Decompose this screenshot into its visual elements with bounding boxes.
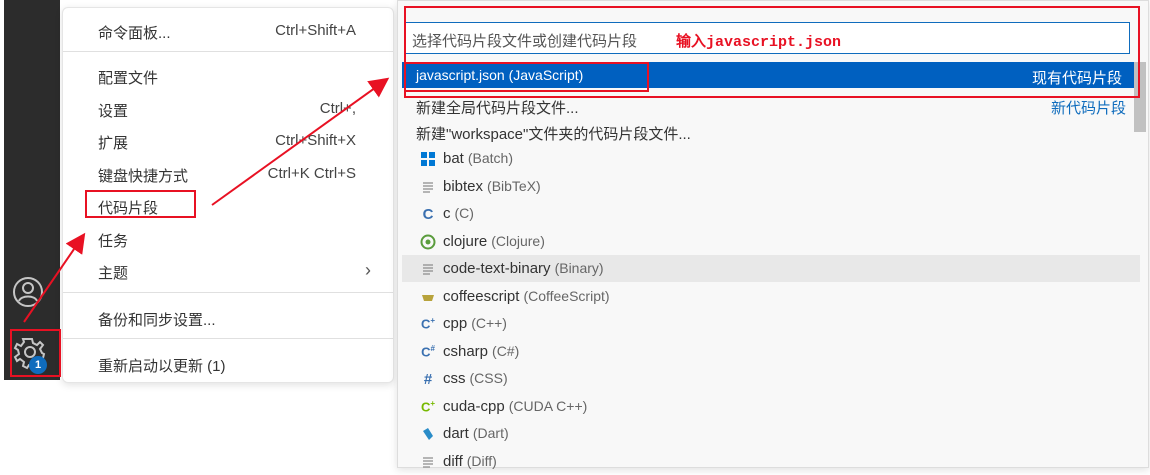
language-item-cpp[interactable]: C+ cpp (C++) [402, 310, 1140, 337]
language-description: (Diff) [466, 452, 497, 469]
language-description: (C#) [492, 342, 520, 359]
menu-item-shortcut: Ctrl+Shift+X [275, 132, 356, 149]
annotation-box-javascript-json [404, 62, 649, 92]
language-name: diff [443, 452, 463, 470]
language-description: (Dart) [472, 425, 509, 441]
language-description: (CSS) [469, 370, 508, 386]
menu-item-label: 命令面板... [98, 25, 171, 42]
language-description: (Batch) [467, 150, 513, 166]
menu-item-shortcut: Ctrl+, [319, 100, 356, 117]
language-item-c[interactable]: Cc (C) [402, 200, 1140, 227]
language-item-cuda-cpp[interactable]: C+ cuda-cpp (CUDA C++) [402, 393, 1140, 420]
language-name: coffeescript [443, 287, 520, 305]
menu-item-shortcut: Ctrl+Shift+A [275, 22, 356, 39]
quick-pick-item-label: 新建全局代码片段文件... [416, 100, 579, 117]
hash-icon: # [423, 370, 433, 388]
clojure-icon [418, 232, 438, 252]
menu-item-label: 重新启动以更新 (1) [98, 358, 226, 375]
language-name: cuda-cpp [443, 397, 505, 415]
language-description: (C++) [471, 315, 507, 331]
account-icon[interactable] [12, 276, 44, 308]
cuda-icon: C+ [420, 398, 436, 415]
language-item-css[interactable]: # css (CSS) [402, 365, 1140, 392]
lines-icon [418, 259, 438, 279]
menu-item-settings-sync[interactable]: 备份和同步设置... [63, 303, 393, 333]
language-description: (BibTeX) [487, 177, 541, 194]
dart-icon [418, 424, 438, 444]
language-name: c [443, 205, 451, 222]
language-item-diff[interactable]: diff (Diff) [402, 448, 1140, 475]
language-item-bibtex[interactable]: bibtex (BibTeX) [402, 173, 1140, 200]
language-name: bat [443, 150, 464, 167]
menu-item-extensions[interactable]: 扩展 Ctrl+Shift+X [63, 126, 393, 156]
language-name: bibtex [443, 177, 484, 195]
language-description: (CUDA C++) [508, 397, 588, 414]
lines-icon [418, 452, 438, 472]
quick-pick-item-label: 新建"workspace"文件夹的代码片段文件... [416, 126, 691, 143]
menu-item-shortcut: Ctrl+K Ctrl+S [267, 165, 356, 182]
language-name: csharp [443, 342, 489, 360]
lines-icon [418, 177, 438, 197]
menu-item-keyboard-shortcuts[interactable]: 键盘快捷方式 Ctrl+K Ctrl+S [63, 159, 393, 189]
menu-item-label: 键盘快捷方式 [98, 168, 189, 185]
language-item-csharp[interactable]: C# csharp (C#) [402, 338, 1140, 365]
menu-divider [63, 338, 393, 339]
menu-item-label: 备份和同步设置... [98, 312, 216, 329]
language-item-dart[interactable]: dart (Dart) [402, 420, 1140, 447]
menu-divider [63, 292, 393, 293]
chevron-right-icon: › [365, 260, 371, 280]
language-name: dart [443, 425, 469, 442]
language-item-code-text-binary[interactable]: code-text-binary (Binary) [402, 255, 1140, 282]
windows-icon [418, 149, 438, 169]
coffee-icon [418, 287, 438, 307]
menu-item-label: 任务 [98, 233, 129, 250]
activity-bar [4, 0, 60, 380]
language-description: (CoffeeScript) [523, 287, 610, 304]
menu-item-label: 扩展 [98, 135, 129, 152]
menu-item-settings[interactable]: 设置 Ctrl+, [63, 94, 393, 124]
cpp-icon: C+ [420, 316, 436, 332]
language-description: (Binary) [554, 260, 604, 276]
quick-pick-group-label: 新代码片段 [1050, 100, 1126, 117]
language-name: code-text-binary [443, 260, 551, 277]
menu-item-command-palette[interactable]: 命令面板... Ctrl+Shift+A [63, 16, 393, 46]
menu-item-restart-to-update[interactable]: 重新启动以更新 (1) [63, 349, 393, 379]
annotation-box-gear [10, 329, 61, 377]
language-name: css [443, 370, 466, 387]
language-description: (Clojure) [491, 232, 545, 249]
language-item-coffeescript[interactable]: coffeescript (CoffeeScript) [402, 283, 1140, 310]
menu-item-label: 设置 [98, 103, 129, 120]
language-item-bat[interactable]: bat (Batch) [402, 145, 1140, 172]
language-item-clojure[interactable]: clojure (Clojure) [402, 228, 1140, 255]
menu-item-label: 主题 [98, 265, 129, 282]
menu-item-label: 配置文件 [98, 70, 159, 87]
annotation-box-snippets [85, 190, 196, 218]
menu-divider [63, 51, 393, 52]
quick-pick-item-new-workspace-snippets[interactable]: 新建"workspace"文件夹的代码片段文件... [402, 118, 1140, 145]
menu-item-tasks[interactable]: 任务 [63, 224, 393, 254]
c-icon: C [422, 205, 434, 223]
menu-item-themes[interactable]: 主题 › [63, 256, 393, 286]
language-name: clojure [443, 232, 488, 250]
menu-item-profiles[interactable]: 配置文件 [63, 61, 393, 91]
csharp-icon: C# [421, 343, 435, 360]
language-description: (C) [454, 205, 474, 221]
language-name: cpp [443, 315, 468, 332]
